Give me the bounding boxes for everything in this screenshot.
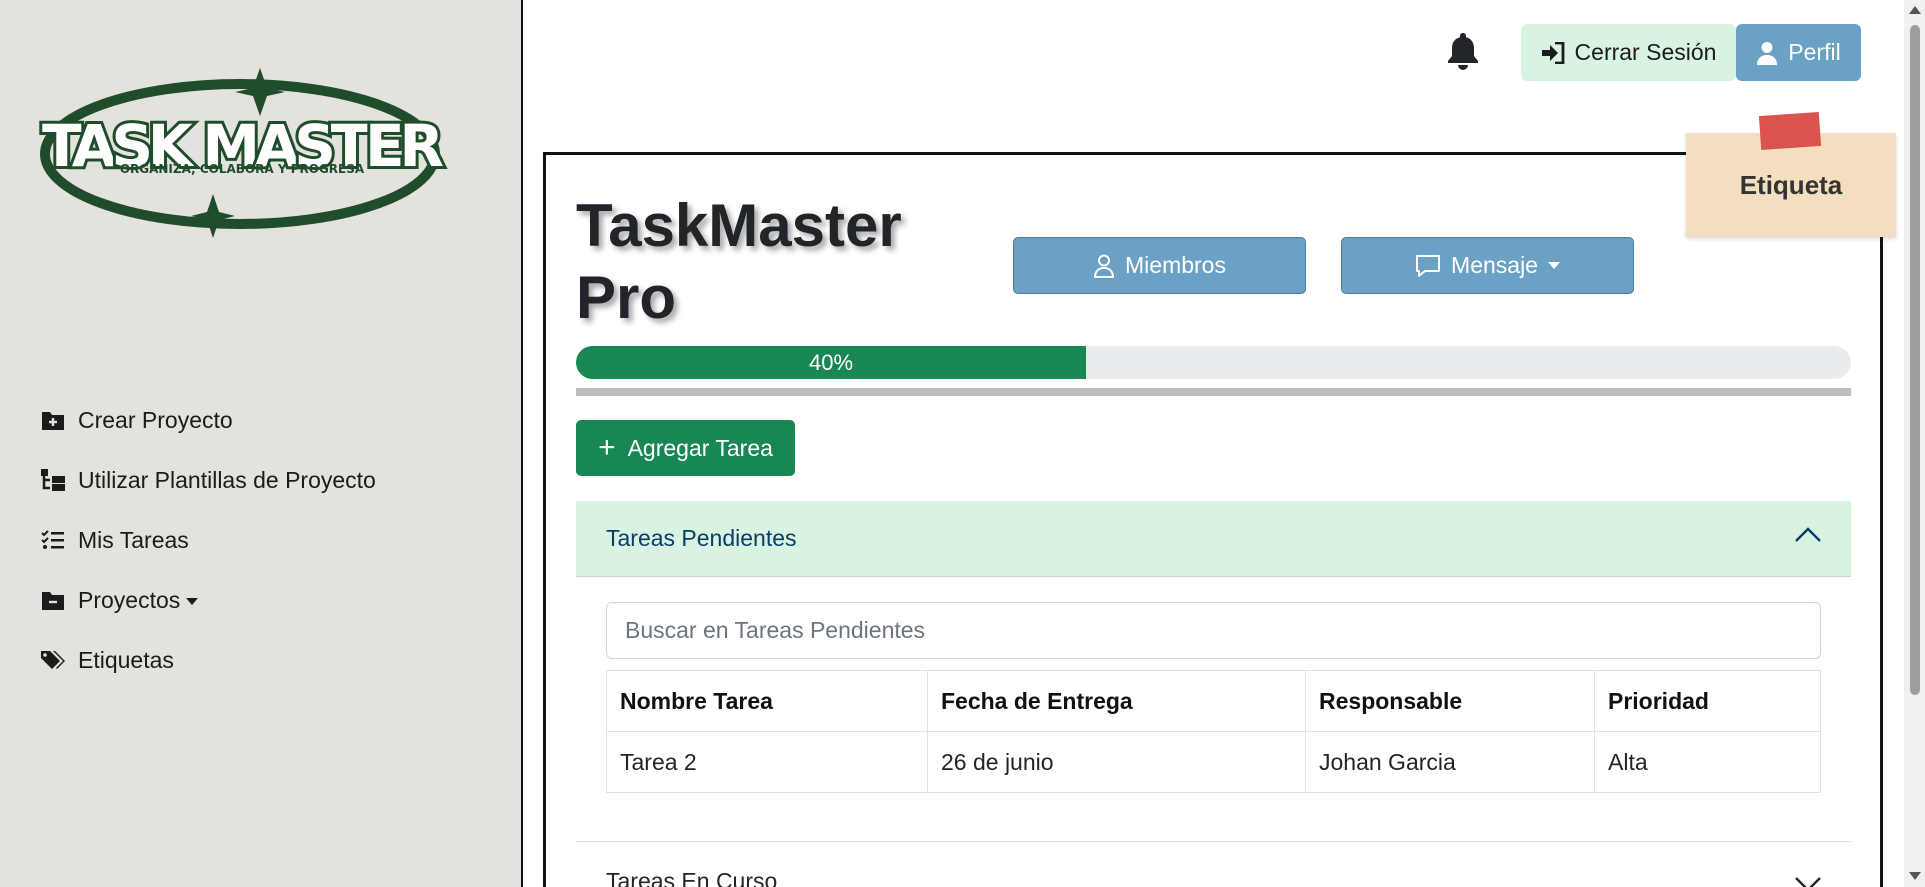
add-task-label: Agregar Tarea [627,434,773,461]
chevron-down-icon [186,597,199,605]
accordion-in-progress-header[interactable]: Tareas En Curso [576,841,1851,887]
sidebar-item-etiquetas[interactable]: Etiquetas [40,630,376,690]
column-header: Nombre Tarea [606,670,928,732]
scroll-up-icon[interactable] [1909,6,1921,14]
bell-icon[interactable] [1443,30,1483,72]
person-icon [1094,254,1115,278]
logo-tagline: ORGANIZA, COLABORA Y PROGRESA [120,162,365,176]
members-button[interactable]: Miembros [1013,237,1306,294]
sidebar: TASK MASTER ORGANIZA, COLABORA Y PROGRES… [0,0,523,887]
tags-icon [40,647,66,673]
message-label: Mensaje [1451,252,1538,278]
priority-cell: Alta [1594,731,1821,793]
column-header: Prioridad [1594,670,1821,732]
column-header: Responsable [1305,670,1595,732]
table-header-row: Nombre Tarea Fecha de Entrega Responsabl… [606,670,1821,732]
sidebar-item-plantillas[interactable]: Utilizar Plantillas de Proyecto [40,450,376,510]
user-icon [1757,41,1778,65]
sidebar-item-label: Crear Proyecto [78,406,233,433]
logout-label: Cerrar Sesión [1574,39,1717,65]
folder-tree-icon [40,467,66,493]
logout-button[interactable]: Cerrar Sesión [1521,24,1736,81]
divider [576,388,1851,396]
add-task-button[interactable]: + Agregar Tarea [576,420,795,476]
progress-fill: 40% [576,346,1086,379]
sidebar-item-label: Proyectos [78,586,181,613]
chevron-down-icon [1547,262,1560,269]
scroll-down-icon[interactable] [1909,872,1921,880]
sign-in-icon [1541,41,1564,64]
sticky-note-label: Etiqueta [1739,169,1843,200]
page-scrollbar[interactable] [1904,0,1925,887]
accordion-title: Tareas En Curso [606,868,778,887]
sidebar-item-mis-tareas[interactable]: Mis Tareas [40,510,376,570]
project-title: TaskMaster Pro [576,192,902,331]
table-row[interactable]: Tarea 2 26 de junio Johan Garcia Alta [606,731,1821,793]
plus-icon: + [598,431,616,464]
assignee-cell: Johan Garcia [1305,731,1595,793]
sidebar-nav: Crear Proyecto Utilizar Plantillas de Pr… [40,390,376,690]
sticky-note-tape [1758,111,1822,151]
sidebar-item-label: Mis Tareas [78,526,189,553]
pending-tasks-table: Nombre Tarea Fecha de Entrega Responsabl… [606,670,1821,793]
folder-plus-icon [40,407,66,433]
search-pending-input[interactable] [606,602,1821,659]
sidebar-item-proyectos[interactable]: Proyectos [40,570,376,630]
project-progress-bar: 40% [576,346,1851,379]
accordion-pending-header[interactable]: Tareas Pendientes [576,501,1851,577]
profile-label: Perfil [1788,39,1841,65]
profile-button[interactable]: Perfil [1736,24,1861,81]
sidebar-item-label: Utilizar Plantillas de Proyecto [78,466,376,493]
accordion-title: Tareas Pendientes [606,525,797,551]
message-dropdown-button[interactable]: Mensaje [1341,237,1634,294]
task-name-cell: Tarea 2 [606,731,928,793]
scrollbar-thumb[interactable] [1910,25,1920,695]
taskmaster-logo: TASK MASTER ORGANIZA, COLABORA Y PROGRES… [39,68,448,238]
folder-minus-icon [40,587,66,613]
label-sticky-note[interactable]: Etiqueta [1686,133,1896,237]
sidebar-item-label: Etiquetas [78,646,174,673]
sidebar-item-crear-proyecto[interactable]: Crear Proyecto [40,390,376,450]
members-label: Miembros [1125,252,1226,278]
due-date-cell: 26 de junio [927,731,1306,793]
chevron-down-icon [1795,877,1821,887]
chevron-up-icon [1795,527,1821,542]
column-header: Fecha de Entrega [927,670,1306,732]
list-check-icon [40,527,66,553]
chat-icon [1416,254,1441,277]
